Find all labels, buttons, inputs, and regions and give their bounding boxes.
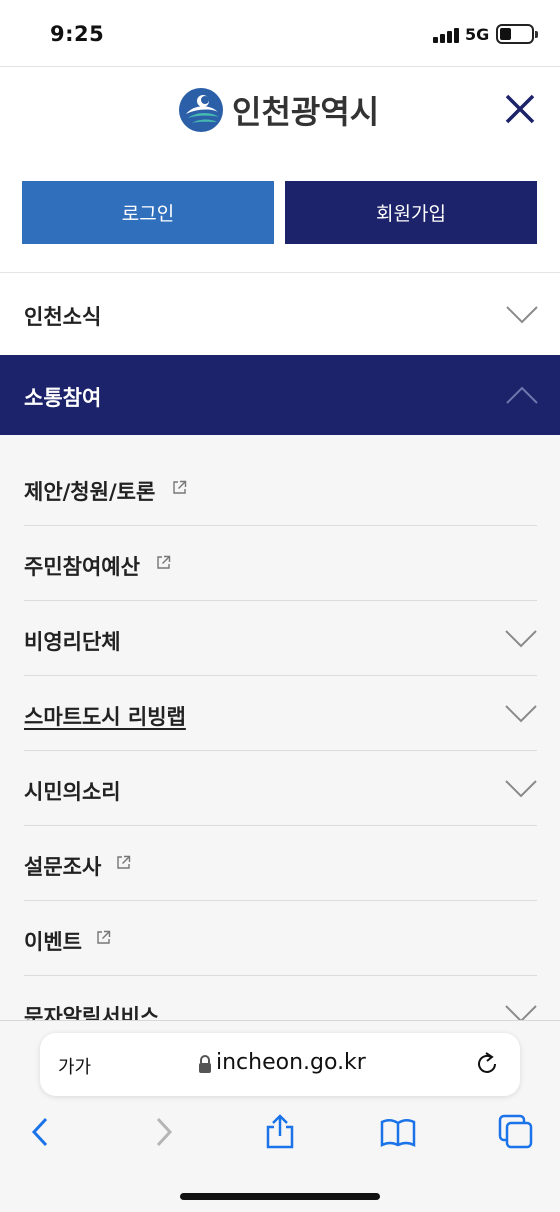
incheon-emblem-icon bbox=[179, 88, 223, 132]
submenu-item-participatory-budget[interactable]: 주민참여예산 bbox=[24, 526, 537, 601]
address-bar[interactable]: 가가 incheon.go.kr bbox=[40, 1033, 520, 1096]
main-menu: 인천소식 소통참여 제안/청원/토론 주민참여예산 비영리단체 스마트도시 리빙… bbox=[0, 272, 560, 1022]
submenu-item-label: 주민참여예산 bbox=[24, 555, 140, 579]
submenu-item-label: 스마트도시 리빙랩 bbox=[24, 705, 186, 729]
url-text: incheon.go.kr bbox=[216, 1050, 366, 1075]
chevron-down-icon bbox=[505, 630, 537, 648]
back-icon[interactable] bbox=[24, 1114, 60, 1150]
close-menu-button[interactable] bbox=[502, 91, 538, 127]
chevron-down-icon bbox=[505, 705, 537, 723]
submenu-item-label: 이벤트 bbox=[24, 930, 82, 954]
close-icon bbox=[505, 94, 535, 124]
submenu-item-label: 제안/청원/토론 bbox=[24, 480, 156, 504]
chevron-up-icon bbox=[506, 386, 538, 404]
submenu-item-citizen-voice[interactable]: 시민의소리 bbox=[24, 751, 537, 826]
home-indicator bbox=[180, 1193, 380, 1200]
submenu-item-living-lab[interactable]: 스마트도시 리빙랩 bbox=[24, 676, 537, 751]
chevron-down-icon bbox=[506, 306, 538, 324]
submenu-item-sms-alert[interactable]: 문자알림서비스 bbox=[24, 976, 537, 1022]
menu-item-label: 인천소식 bbox=[24, 305, 102, 329]
network-type: 5G bbox=[465, 25, 490, 44]
logo-text: 인천광역시 bbox=[232, 93, 380, 131]
login-button[interactable]: 로그인 bbox=[22, 181, 274, 244]
submenu-item-survey[interactable]: 설문조사 bbox=[24, 826, 537, 901]
tabs-icon[interactable] bbox=[498, 1114, 534, 1150]
external-link-icon bbox=[97, 930, 111, 944]
submenu-item-nonprofit[interactable]: 비영리단체 bbox=[24, 601, 537, 676]
text-size-button[interactable]: 가가 bbox=[58, 1053, 91, 1079]
submenu-item-proposal[interactable]: 제안/청원/토론 bbox=[24, 451, 537, 526]
menu-item-participation[interactable]: 소통참여 bbox=[0, 355, 560, 435]
browser-toolbar: 가가 incheon.go.kr bbox=[0, 1020, 560, 1212]
status-time: 9:25 bbox=[50, 22, 105, 46]
status-bar: 9:25 5G bbox=[0, 0, 560, 66]
chevron-down-icon bbox=[505, 780, 537, 798]
submenu-item-label: 시민의소리 bbox=[24, 780, 121, 804]
signup-button[interactable]: 회원가입 bbox=[285, 181, 537, 244]
external-link-icon bbox=[117, 855, 131, 869]
cellular-signal-icon bbox=[433, 28, 459, 43]
forward-icon[interactable] bbox=[146, 1114, 182, 1150]
bookmarks-icon[interactable] bbox=[380, 1114, 416, 1150]
share-icon[interactable] bbox=[262, 1114, 298, 1150]
submenu-item-label: 비영리단체 bbox=[24, 630, 121, 654]
submenu-item-label: 설문조사 bbox=[24, 855, 102, 879]
submenu-item-label: 문자알림서비스 bbox=[24, 1005, 160, 1022]
reload-icon[interactable] bbox=[474, 1051, 500, 1077]
incheon-logo[interactable]: 인천광역시 bbox=[178, 86, 379, 134]
external-link-icon bbox=[173, 480, 187, 494]
lock-icon bbox=[199, 1055, 211, 1073]
external-link-icon bbox=[157, 555, 171, 569]
menu-item-label: 소통참여 bbox=[24, 386, 102, 410]
battery-icon bbox=[496, 24, 538, 44]
header-divider bbox=[0, 66, 560, 67]
submenu-participation: 제안/청원/토론 주민참여예산 비영리단체 스마트도시 리빙랩 시민의소리 설문… bbox=[0, 435, 560, 1022]
submenu-item-event[interactable]: 이벤트 bbox=[24, 901, 537, 976]
menu-item-incheon-news[interactable]: 인천소식 bbox=[0, 272, 560, 354]
